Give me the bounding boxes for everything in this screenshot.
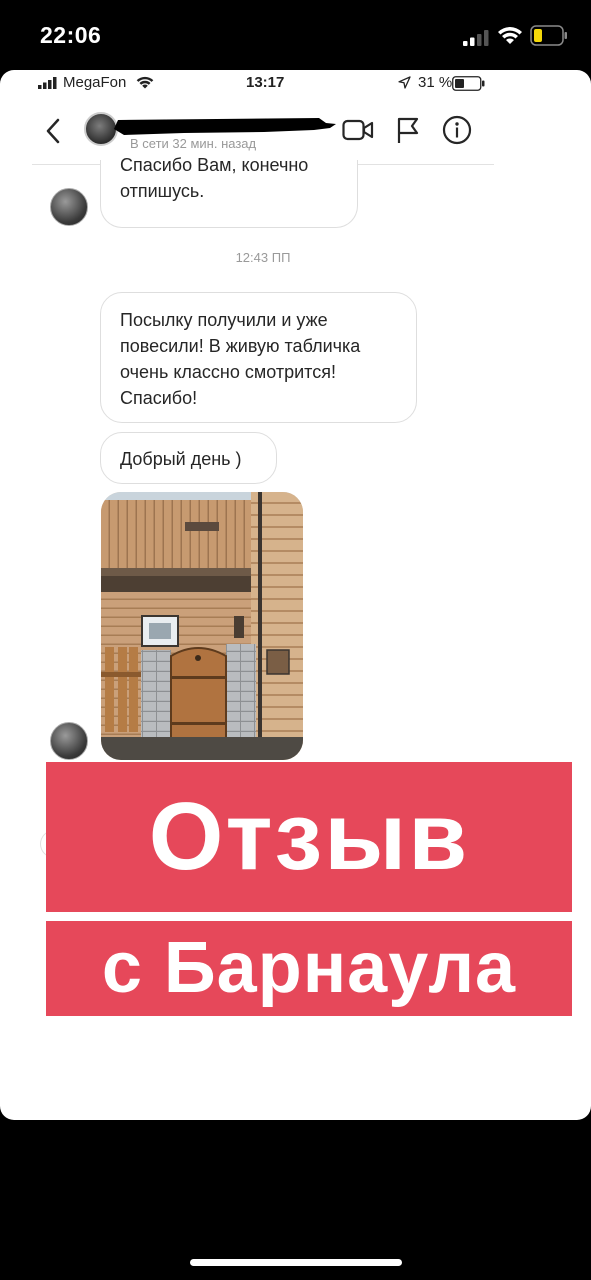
house-photo-image[interactable] [101,492,303,760]
battery-percent: 31 % [418,74,453,91]
inner-signal-icon [38,77,57,89]
redacted-contact-name [114,118,336,135]
message-bubble: Посылку получили и уже повесили! В живую… [100,292,417,423]
message-text: Добрый день ) [120,449,242,469]
inner-battery-icon [452,76,485,91]
review-banner-title: Отзыв [46,762,572,912]
message-timestamp: 12:43 ПП [235,250,291,265]
message-text: Спасибо Вам, конечно отпишусь. [120,155,309,201]
outer-clock: 22:06 [40,22,102,48]
inner-clock: 13:17 [246,74,285,91]
battery-icon [530,25,567,46]
info-icon[interactable] [442,115,472,145]
review-banner-subtitle: с Барнаула [46,921,572,1016]
inner-wifi-icon [136,76,154,89]
back-arrow-icon[interactable] [44,118,64,144]
flag-icon[interactable] [396,116,420,144]
sender-avatar[interactable] [50,722,88,760]
message-text: Посылку получили и уже повесили! В живую… [120,310,361,408]
message-bubble: Добрый день ) [100,432,277,484]
home-indicator[interactable] [190,1259,402,1266]
location-arrow-icon [398,76,411,89]
outer-status-bar: 22:06 [0,0,591,70]
instagram-dm-screenshot: MegaFon 13:17 31 % В сети 32 мин. назад [0,70,591,1120]
wifi-icon [498,27,522,44]
video-call-icon[interactable] [342,118,374,142]
cellular-signal-icon [463,30,489,46]
sender-avatar[interactable] [50,188,88,226]
carrier-name: MegaFon [63,74,127,91]
contact-avatar[interactable] [84,112,118,146]
inner-status-bar: MegaFon 13:17 31 % [0,70,591,96]
message-bubble: Спасибо Вам, конечно отпишусь. [100,155,358,228]
